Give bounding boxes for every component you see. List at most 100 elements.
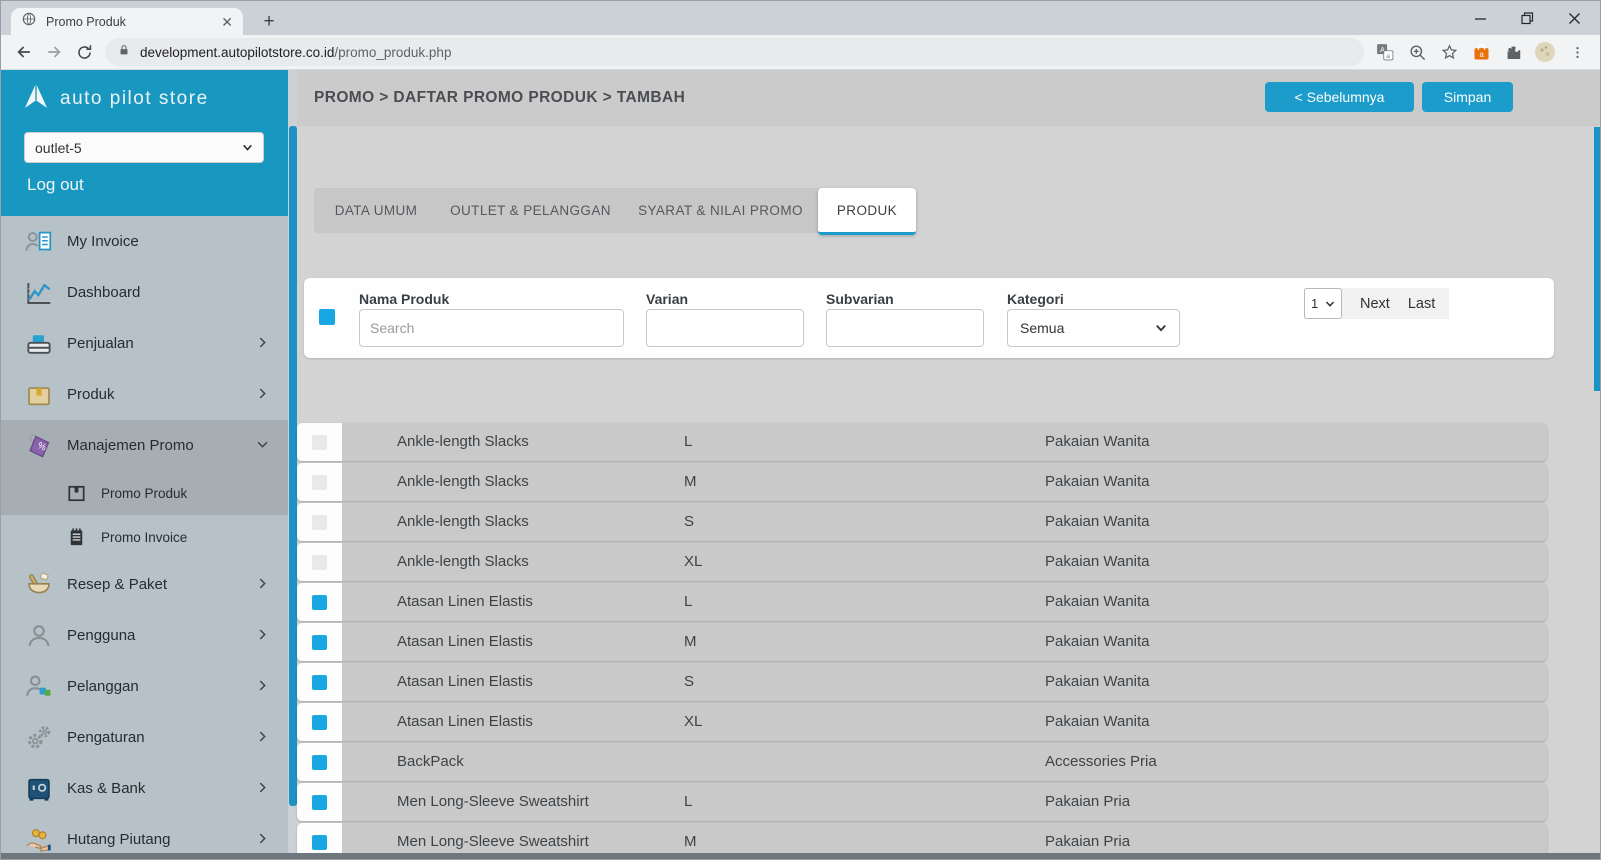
row-checkbox-cell bbox=[297, 743, 342, 781]
row-checkbox[interactable] bbox=[312, 435, 327, 450]
next-page-link[interactable]: Next bbox=[1360, 296, 1390, 312]
table-row[interactable]: Atasan Linen ElastisMPakaian Wanita bbox=[297, 623, 1547, 661]
outlet-select[interactable]: outlet-5 bbox=[24, 132, 264, 163]
tab-close-icon[interactable]: ✕ bbox=[221, 15, 233, 29]
brand: auto pilot store bbox=[21, 81, 209, 116]
row-name: Ankle-length Slacks bbox=[397, 503, 529, 541]
row-checkbox[interactable] bbox=[312, 675, 327, 690]
profile-avatar[interactable] bbox=[1530, 37, 1560, 67]
row-varian: L bbox=[684, 423, 692, 461]
sidebar-item-promo-produk[interactable]: Promo Produk bbox=[1, 471, 288, 515]
menu-kebab-icon[interactable] bbox=[1562, 37, 1592, 67]
browser-tab[interactable]: Promo Produk ✕ bbox=[11, 8, 243, 35]
sidebar-item-pengguna[interactable]: Pengguna bbox=[1, 610, 288, 661]
table-row[interactable]: Atasan Linen ElastisLPakaian Wanita bbox=[297, 583, 1547, 621]
row-checkbox[interactable] bbox=[312, 515, 327, 530]
table-row[interactable]: Ankle-length SlacksLPakaian Wanita bbox=[297, 423, 1547, 461]
sidebar-item-promo-invoice[interactable]: Promo Invoice bbox=[1, 515, 288, 559]
row-name: Ankle-length Slacks bbox=[397, 423, 529, 461]
zoom-icon[interactable] bbox=[1402, 37, 1432, 67]
paper-plane-logo-icon bbox=[21, 81, 51, 116]
table-row[interactable]: Atasan Linen ElastisXLPakaian Wanita bbox=[297, 703, 1547, 741]
bookmark-star-icon[interactable] bbox=[1434, 37, 1464, 67]
new-tab-button[interactable]: + bbox=[257, 10, 281, 34]
sidebar-header: auto pilot store outlet-5 Log out bbox=[1, 70, 288, 216]
row-checkbox[interactable] bbox=[312, 555, 327, 570]
logout-link[interactable]: Log out bbox=[27, 175, 84, 195]
row-checkbox[interactable] bbox=[312, 795, 327, 810]
sidebar-item-label: Hutang Piutang bbox=[67, 831, 244, 848]
address-bar[interactable]: development.autopilotstore.co.id/promo_p… bbox=[105, 38, 1364, 66]
debt-icon bbox=[24, 825, 54, 854]
sidebar-item-label: Kas & Bank bbox=[67, 780, 244, 797]
table-row[interactable]: Ankle-length SlacksMPakaian Wanita bbox=[297, 463, 1547, 501]
row-checkbox-cell bbox=[297, 463, 342, 501]
product-icon bbox=[24, 380, 54, 410]
restore-button[interactable] bbox=[1504, 1, 1551, 35]
sidebar-item-my-invoice[interactable]: My Invoice bbox=[1, 216, 288, 267]
sidebar-item-manajemen-promo[interactable]: %Manajemen Promo bbox=[1, 420, 288, 471]
save-button[interactable]: Simpan bbox=[1422, 82, 1513, 112]
tab-produk[interactable]: PRODUK bbox=[818, 188, 916, 235]
table-row[interactable]: Atasan Linen ElastisSPakaian Wanita bbox=[297, 663, 1547, 701]
reload-icon[interactable] bbox=[69, 37, 99, 67]
close-button[interactable] bbox=[1551, 1, 1598, 35]
row-checkbox-cell bbox=[297, 823, 342, 853]
tab-outlet-pelanggan[interactable]: OUTLET & PELANGGAN bbox=[438, 188, 623, 233]
row-body: Atasan Linen ElastisMPakaian Wanita bbox=[342, 623, 1547, 661]
row-checkbox[interactable] bbox=[312, 835, 327, 850]
table-row[interactable]: BackPackAccessories Pria bbox=[297, 743, 1547, 781]
tab-data-umum[interactable]: DATA UMUM bbox=[314, 188, 438, 233]
brand-name: auto pilot store bbox=[60, 88, 209, 110]
table-row[interactable]: Ankle-length SlacksSPakaian Wanita bbox=[297, 503, 1547, 541]
row-checkbox[interactable] bbox=[312, 715, 327, 730]
row-checkbox[interactable] bbox=[312, 635, 327, 650]
promo-tag-icon: % bbox=[24, 431, 54, 461]
browser-tab-title: Promo Produk bbox=[46, 15, 212, 29]
sidebar-item-pengaturan[interactable]: Pengaturan bbox=[1, 712, 288, 763]
table-row[interactable]: Men Long-Sleeve SweatshirtMPakaian Pria bbox=[297, 823, 1547, 853]
pagination: 1 Next Last bbox=[1304, 288, 1449, 319]
lock-icon bbox=[117, 43, 131, 62]
page-select[interactable]: 1 bbox=[1304, 288, 1342, 319]
sidebar-item-penjualan[interactable]: Penjualan bbox=[1, 318, 288, 369]
table-row[interactable]: Ankle-length SlacksXLPakaian Wanita bbox=[297, 543, 1547, 581]
nama-produk-input[interactable] bbox=[359, 309, 624, 347]
varian-input[interactable] bbox=[646, 309, 804, 347]
forward-icon[interactable] bbox=[39, 37, 69, 67]
extensions-puzzle-icon[interactable] bbox=[1498, 37, 1528, 67]
row-checkbox[interactable] bbox=[312, 595, 327, 610]
row-checkbox[interactable] bbox=[312, 475, 327, 490]
row-checkbox-cell bbox=[297, 503, 342, 541]
previous-button[interactable]: < Sebelumnya bbox=[1265, 82, 1414, 112]
back-icon[interactable] bbox=[9, 37, 39, 67]
sidebar-item-produk[interactable]: Produk bbox=[1, 369, 288, 420]
select-all-checkbox[interactable] bbox=[319, 309, 335, 325]
row-kategori: Pakaian Wanita bbox=[1045, 503, 1150, 541]
row-name: Atasan Linen Elastis bbox=[397, 583, 533, 621]
translate-icon[interactable]: Aa bbox=[1370, 37, 1400, 67]
subvarian-input[interactable] bbox=[826, 309, 984, 347]
sidebar-scrollbar[interactable] bbox=[289, 126, 297, 806]
sidebar-item-resep-paket[interactable]: Resep & Paket bbox=[1, 559, 288, 610]
tab-syarat-nilai-promo[interactable]: SYARAT & NILAI PROMO bbox=[623, 188, 818, 233]
table-row[interactable]: Men Long-Sleeve SweatshirtLPakaian Pria bbox=[297, 783, 1547, 821]
dashboard-icon bbox=[24, 278, 54, 308]
minimize-button[interactable] bbox=[1457, 1, 1504, 35]
sidebar-item-hutang-piutang[interactable]: Hutang Piutang bbox=[1, 814, 288, 853]
kategori-select[interactable]: Semua bbox=[1007, 309, 1180, 347]
shopping-extension-icon[interactable]: a bbox=[1466, 37, 1496, 67]
sidebar-item-pelanggan[interactable]: Pelanggan bbox=[1, 661, 288, 712]
sidebar-item-dashboard[interactable]: Dashboard bbox=[1, 267, 288, 318]
row-checkbox-cell bbox=[297, 543, 342, 581]
row-checkbox[interactable] bbox=[312, 755, 327, 770]
breadcrumb: PROMO > DAFTAR PROMO PRODUK > TAMBAH bbox=[314, 89, 685, 107]
row-varian: S bbox=[684, 663, 694, 701]
sidebar-item-label: Pengaturan bbox=[67, 729, 244, 746]
last-page-link[interactable]: Last bbox=[1408, 296, 1435, 312]
chevron-down-icon bbox=[242, 142, 253, 153]
sidebar-item-kas-bank[interactable]: Kas & Bank bbox=[1, 763, 288, 814]
subvarian-label: Subvarian bbox=[826, 291, 894, 307]
page-scrollbar[interactable] bbox=[1594, 127, 1600, 391]
row-name: Ankle-length Slacks bbox=[397, 543, 529, 581]
